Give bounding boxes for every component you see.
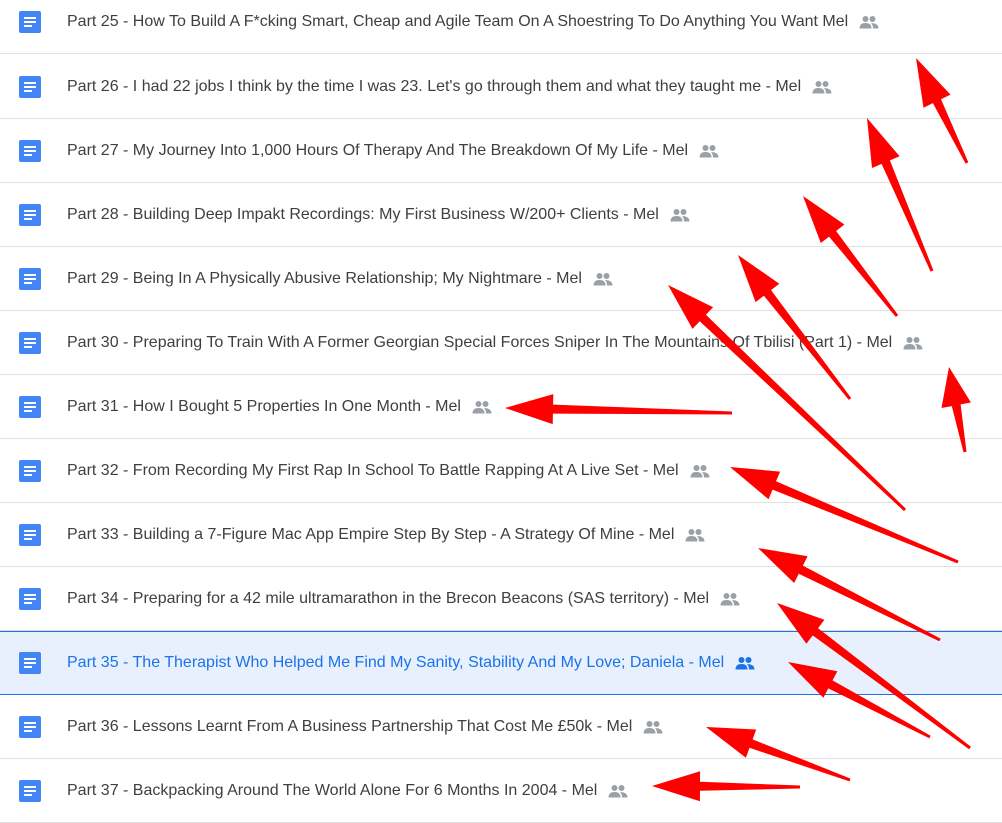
file-row[interactable]: Part 37 - Backpacking Around The World A… [0,759,1002,823]
file-title: Part 33 - Building a 7-Figure Mac App Em… [67,525,675,543]
people-icon [608,784,628,797]
file-title: Part 25 - How To Build A F*cking Smart, … [67,12,849,30]
file-row[interactable]: Part 29 - Being In A Physically Abusive … [0,247,1002,311]
people-icon [735,657,755,670]
file-title: Part 30 - Preparing To Train With A Form… [67,333,893,351]
file-title: Part 34 - Preparing for a 42 mile ultram… [67,589,710,607]
file-name: Part 28 - Building Deep Impakt Recording… [67,183,690,246]
file-row[interactable]: Part 25 - How To Build A F*cking Smart, … [0,0,1002,54]
google-docs-icon [19,779,41,802]
file-title: Part 28 - Building Deep Impakt Recording… [67,205,659,223]
file-row[interactable]: Part 27 - My Journey Into 1,000 Hours Of… [0,119,1002,183]
google-docs-icon [19,459,41,482]
google-docs-icon [19,715,41,738]
file-row[interactable]: Part 32 - From Recording My First Rap In… [0,439,1002,503]
file-list: Part 25 - How To Build A F*cking Smart, … [0,0,1002,823]
file-name: Part 26 - I had 22 jobs I think by the t… [67,55,832,118]
file-title: Part 27 - My Journey Into 1,000 Hours Of… [67,141,689,159]
file-name: Part 31 - How I Bought 5 Properties In O… [67,375,492,438]
google-docs-icon [19,139,41,162]
file-row[interactable]: Part 28 - Building Deep Impakt Recording… [0,183,1002,247]
file-name: Part 35 - The Therapist Who Helped Me Fi… [67,632,755,694]
google-docs-icon [19,331,41,354]
file-name: Part 36 - Lessons Learnt From A Business… [67,695,663,758]
people-icon [903,336,923,349]
google-docs-icon [19,652,41,674]
file-row[interactable]: Part 33 - Building a 7-Figure Mac App Em… [0,503,1002,567]
people-icon [690,464,710,477]
file-name: Part 32 - From Recording My First Rap In… [67,439,710,502]
file-row[interactable]: Part 30 - Preparing To Train With A Form… [0,311,1002,375]
google-docs-icon [19,203,41,226]
people-icon [643,720,663,733]
people-icon [812,80,832,93]
file-row[interactable]: Part 35 - The Therapist Who Helped Me Fi… [0,631,1002,695]
people-icon [593,272,613,285]
people-icon [670,208,690,221]
file-name: Part 27 - My Journey Into 1,000 Hours Of… [67,119,719,182]
file-row[interactable]: Part 26 - I had 22 jobs I think by the t… [0,55,1002,119]
file-title: Part 31 - How I Bought 5 Properties In O… [67,397,461,415]
google-docs-icon [19,267,41,290]
google-docs-icon [19,523,41,546]
people-icon [472,400,492,413]
file-name: Part 30 - Preparing To Train With A Form… [67,311,923,374]
google-docs-icon [19,395,41,418]
file-row[interactable]: Part 31 - How I Bought 5 Properties In O… [0,375,1002,439]
file-name: Part 25 - How To Build A F*cking Smart, … [67,0,879,53]
file-name: Part 37 - Backpacking Around The World A… [67,759,628,822]
file-title: Part 35 - The Therapist Who Helped Me Fi… [67,654,725,671]
file-title: Part 26 - I had 22 jobs I think by the t… [67,77,802,95]
google-docs-icon [19,75,41,98]
file-name: Part 33 - Building a 7-Figure Mac App Em… [67,503,705,566]
file-title: Part 32 - From Recording My First Rap In… [67,461,679,479]
file-title: Part 36 - Lessons Learnt From A Business… [67,717,633,735]
people-icon [699,144,719,157]
people-icon [720,592,740,605]
google-docs-icon [19,10,41,33]
file-name: Part 34 - Preparing for a 42 mile ultram… [67,567,740,630]
file-name: Part 29 - Being In A Physically Abusive … [67,247,613,310]
people-icon [685,528,705,541]
google-docs-icon [19,587,41,610]
file-title: Part 29 - Being In A Physically Abusive … [67,269,582,287]
file-row[interactable]: Part 34 - Preparing for a 42 mile ultram… [0,567,1002,631]
file-row[interactable]: Part 36 - Lessons Learnt From A Business… [0,695,1002,759]
file-title: Part 37 - Backpacking Around The World A… [67,781,598,799]
people-icon [859,15,879,28]
